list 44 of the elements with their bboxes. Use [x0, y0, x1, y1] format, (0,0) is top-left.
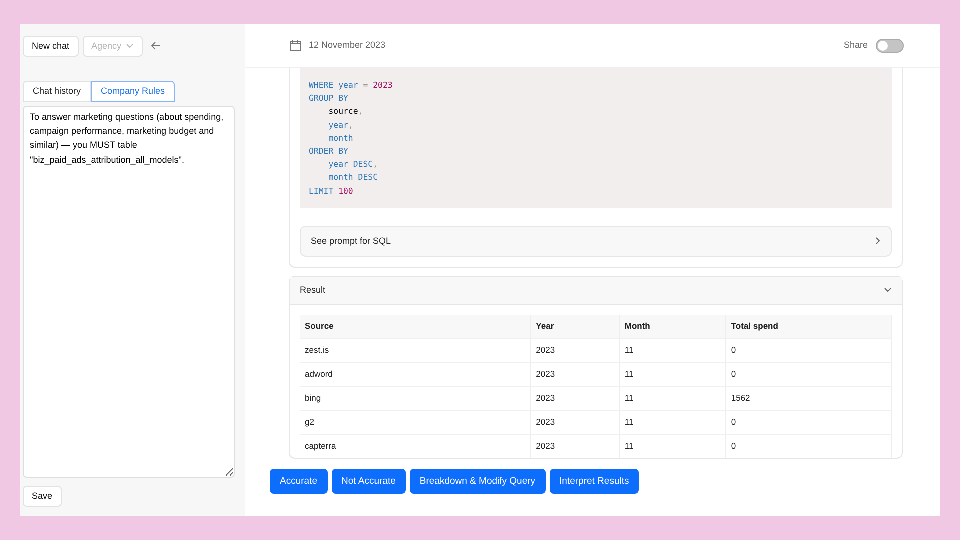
- share-label: Share: [844, 38, 868, 52]
- share-toggle[interactable]: [876, 38, 904, 52]
- action-button[interactable]: Not Accurate: [332, 468, 406, 494]
- result-header[interactable]: Result: [290, 276, 902, 305]
- table-cell: zest.is: [300, 338, 531, 362]
- tab[interactable]: Chat history: [23, 80, 92, 102]
- table-cell: capterra: [300, 434, 531, 458]
- table-cell: 2023: [530, 386, 620, 410]
- table-cell: bing: [300, 386, 531, 410]
- date-text: 12 November 2023: [309, 38, 386, 52]
- back-arrow-icon[interactable]: [150, 41, 161, 52]
- save-button[interactable]: Save: [23, 486, 62, 507]
- table-cell: 11: [619, 338, 726, 362]
- rules-text-area[interactable]: To answer marketing questions (about spending, campaign performance, marketing budget and similar) — you MUST table "biz_paid_ads_attribution_all_models".: [23, 106, 235, 478]
- table-cell: 2023: [530, 338, 620, 362]
- table-cell: 0: [726, 338, 892, 362]
- code-block: WHERE year = 2023 GROUP BY source, year, month ORDER BY year DESC, month DESC LIMIT 100: [300, 68, 892, 208]
- chevron-down-icon: [126, 43, 134, 50]
- column-header: Year: [530, 314, 620, 338]
- action-button[interactable]: Interpret Results: [550, 468, 640, 494]
- new-chat-button[interactable]: New chat: [23, 36, 79, 57]
- table-cell: 0: [726, 410, 892, 434]
- table-cell: 2023: [530, 410, 620, 434]
- action-button[interactable]: Breakdown & Modify Query: [410, 468, 546, 494]
- table-cell: 1562: [726, 386, 892, 410]
- table-cell: adword: [300, 362, 531, 386]
- chevron-down-icon: [884, 287, 892, 294]
- action-button[interactable]: Accurate: [270, 468, 328, 494]
- table-cell: 11: [619, 386, 726, 410]
- table-cell: 11: [619, 410, 726, 434]
- table-cell: 11: [619, 434, 726, 458]
- table-cell: 2023: [530, 434, 620, 458]
- column-header: Total spend: [726, 314, 892, 338]
- tab[interactable]: Company Rules: [91, 80, 176, 102]
- prompt-expander[interactable]: See prompt for SQL: [300, 226, 892, 257]
- table-cell: 11: [619, 362, 726, 386]
- chevron-right-icon: [875, 237, 881, 246]
- table-cell: 0: [726, 362, 892, 386]
- column-header: Month: [619, 314, 726, 338]
- table-cell: 0: [726, 434, 892, 458]
- calendar-icon: [290, 40, 301, 51]
- column-header: Source: [300, 314, 531, 338]
- table-cell: 2023: [530, 362, 620, 386]
- table-cell: g2: [300, 410, 531, 434]
